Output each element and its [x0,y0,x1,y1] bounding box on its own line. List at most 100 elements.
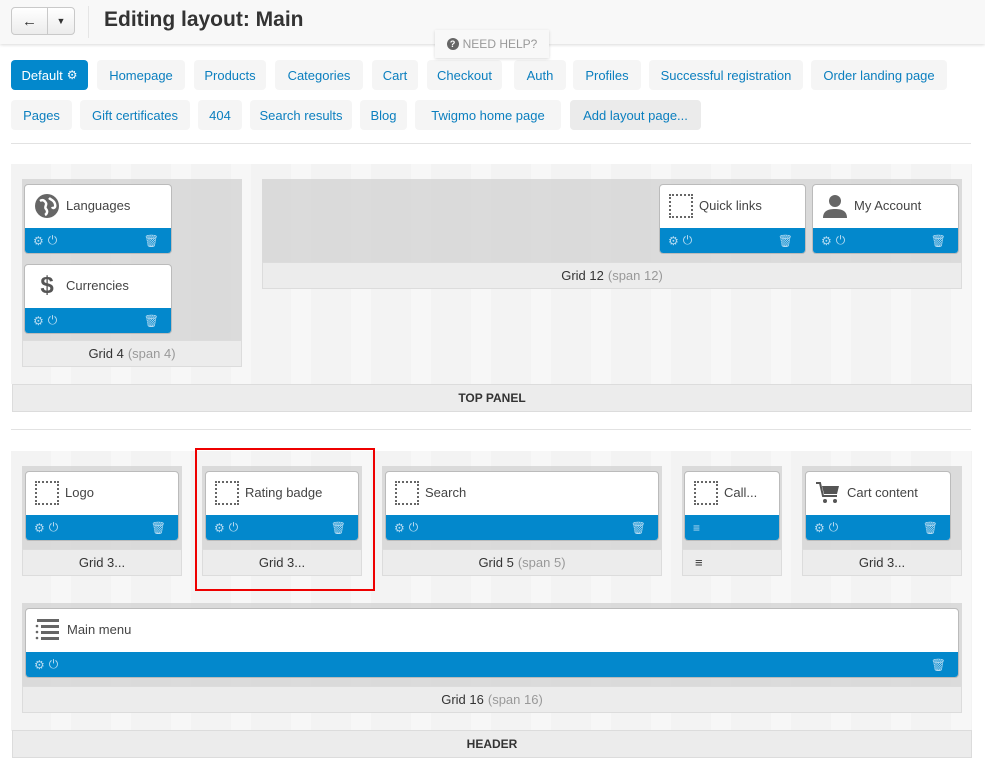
trash-icon[interactable]: 🗑 [144,314,159,328]
page-title: Editing layout: Main [104,8,304,31]
gear-icon[interactable]: ⚙ [214,521,225,535]
power-icon[interactable]: ⏻ [48,313,58,328]
back-button[interactable]: ← [12,8,48,34]
grid-4[interactable]: Languages ⚙ ⏻ 🗑 $ Currencies ⚙ ⏻ 🗑 Grid 4 (spa… [22,179,242,367]
block-title: Main menu [67,622,132,637]
block-title: Cart content [847,485,918,500]
grid-label: Grid 3... [802,549,962,576]
block-title: Search [425,485,467,500]
block-title: Currencies [66,278,129,293]
power-icon[interactable]: ⏻ [836,233,846,248]
tab-twigmo-home-page[interactable]: Twigmo home page [415,100,561,130]
tab-search-results[interactable]: Search results [250,100,352,130]
grid-label: Grid 12 (span 12) [262,262,962,289]
tab-products[interactable]: Products [194,60,266,90]
grid-16[interactable]: Main menu ⚙ ⏻ 🗑 Grid 16 (span 16) [22,603,962,713]
grid-label: Grid 16 (span 16) [22,686,962,713]
grid-12[interactable]: Quick links ⚙ ⏻ 🗑 My Account ⚙ ⏻ 🗑 Grid 12 (s… [262,179,962,289]
power-icon[interactable]: ⏻ [49,520,59,535]
top-panel-label: TOP PANEL [12,384,972,412]
block-cart-content[interactable]: Cart content ⚙ ⏻ 🗑 [805,471,951,541]
gear-icon[interactable]: ⚙ [394,521,405,535]
grid-logo[interactable]: Logo ⚙ ⏻ 🗑 Grid 3... [22,466,182,576]
block-search[interactable]: Search ⚙ ⏻ 🗑 [385,471,659,541]
divider [11,143,971,144]
placeholder-icon [395,480,419,505]
block-quick-links[interactable]: Quick links ⚙ ⏻ 🗑 [659,184,806,254]
tab-homepage[interactable]: Homepage [97,60,185,90]
block-title: Quick links [699,198,762,213]
power-icon[interactable]: ⏻ [409,520,419,535]
menu-icon[interactable]: ≡ [693,521,700,535]
tab-label: Default [21,67,63,83]
grid-call[interactable]: Call... ≡ ≡ [682,466,782,576]
block-title: Rating badge [245,485,323,500]
trash-icon[interactable]: 🗑 [631,521,646,535]
tab-blog[interactable]: Blog [360,100,407,130]
nav-dropdown-button[interactable]: ▼ [48,8,74,34]
trash-icon[interactable]: 🗑 [931,658,946,672]
block-my-account[interactable]: My Account ⚙ ⏻ 🗑 [812,184,959,254]
trash-icon[interactable]: 🗑 [144,234,159,248]
caret-down-icon: ▼ [56,16,66,26]
gear-icon[interactable]: ⚙ [33,314,44,328]
trash-icon[interactable]: 🗑 [923,521,938,535]
gear-icon[interactable]: ⚙ [33,234,44,248]
gear-icon[interactable]: ⚙ [821,234,832,248]
grid-label: Grid 3... [202,549,362,576]
trash-icon[interactable]: 🗑 [151,521,166,535]
globe-icon [34,193,60,219]
block-languages[interactable]: Languages ⚙ ⏻ 🗑 [24,184,172,254]
trash-icon[interactable]: 🗑 [931,234,946,248]
tab-cart[interactable]: Cart [372,60,418,90]
divider [88,6,89,38]
add-layout-page-button[interactable]: Add layout page... [570,100,701,130]
block-currencies[interactable]: $ Currencies ⚙ ⏻ 🗑 [24,264,172,334]
gear-icon[interactable]: ⚙ [814,521,825,535]
tab-successful-registration[interactable]: Successful registration [649,60,803,90]
block-logo[interactable]: Logo ⚙ ⏻ 🗑 [25,471,179,541]
tab-404[interactable]: 404 [198,100,242,130]
nav-button-group: ← ▼ [11,7,75,35]
gear-icon[interactable]: ⚙ [668,234,679,248]
block-rating-badge[interactable]: Rating badge ⚙ ⏻ 🗑 [205,471,359,541]
tab-pages[interactable]: Pages [11,100,72,130]
menu-icon[interactable]: ≡ [695,555,703,570]
block-title: My Account [854,198,922,213]
block-call[interactable]: Call... ≡ [684,471,780,541]
block-main-menu[interactable]: Main menu ⚙ ⏻ 🗑 [25,608,959,678]
tab-categories[interactable]: Categories [275,60,363,90]
tab-checkout[interactable]: Checkout [427,60,502,90]
power-icon[interactable]: ⏻ [829,520,839,535]
trash-icon[interactable]: 🗑 [331,521,346,535]
grid-label: ≡ [682,549,782,576]
grid-rating-badge[interactable]: Rating badge ⚙ ⏻ 🗑 Grid 3... [202,466,362,576]
gear-icon[interactable]: ⚙ [67,68,78,82]
divider [11,429,971,430]
placeholder-icon [694,480,718,505]
gear-icon[interactable]: ⚙ [34,521,45,535]
grid-search[interactable]: Search ⚙ ⏻ 🗑 Grid 5 (span 5) [382,466,662,576]
list-icon [35,618,61,641]
need-help-label: NEED HELP? [462,37,538,51]
power-icon[interactable]: ⏻ [49,657,59,672]
grid-label: Grid 5 (span 5) [382,549,662,576]
power-icon[interactable]: ⏻ [229,520,239,535]
dollar-icon: $ [40,271,54,299]
trash-icon[interactable]: 🗑 [778,234,793,248]
tab-default[interactable]: Default ⚙ [11,60,88,90]
gear-icon[interactable]: ⚙ [34,658,45,672]
tab-auth[interactable]: Auth [514,60,566,90]
placeholder-icon [669,193,693,218]
grid-cart-content[interactable]: Cart content ⚙ ⏻ 🗑 Grid 3... [802,466,962,576]
placeholder-icon [35,480,59,505]
power-icon[interactable]: ⏻ [683,233,693,248]
tab-order-landing-page[interactable]: Order landing page [811,60,947,90]
grid-label: Grid 4 (span 4) [22,340,242,367]
tab-profiles[interactable]: Profiles [573,60,641,90]
tab-gift-certificates[interactable]: Gift certificates [80,100,190,130]
need-help-button[interactable]: ? NEED HELP? [435,30,549,58]
user-icon [822,194,848,218]
cart-icon [815,481,841,505]
power-icon[interactable]: ⏻ [48,233,58,248]
